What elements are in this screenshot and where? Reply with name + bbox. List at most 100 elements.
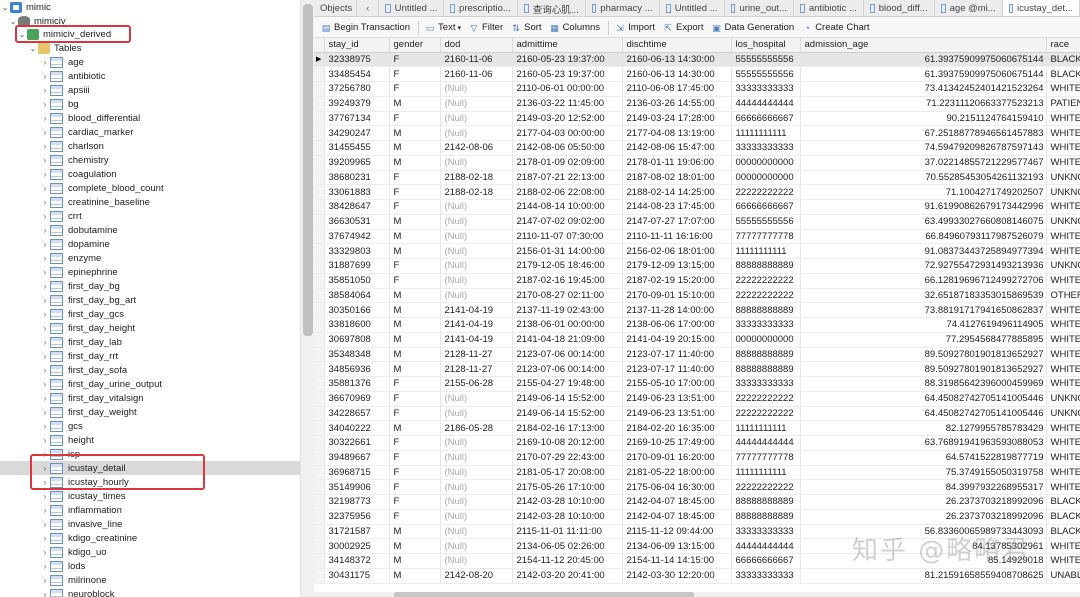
cell-gender[interactable]: M: [389, 288, 441, 304]
cell-stay-id[interactable]: 38428647: [324, 199, 390, 215]
tree-table-blood-differential[interactable]: › blood_differential: [0, 111, 300, 125]
cell-dod[interactable]: 2186-05-28: [440, 420, 513, 436]
cell-los-hospital[interactable]: 00000000000: [731, 332, 801, 348]
table-row[interactable]: 31887699 F (Null) 2179-12-05 18:46:00 2179-1…: [314, 258, 1080, 274]
tree-table-height[interactable]: › height: [0, 433, 300, 447]
cell-gender[interactable]: F: [389, 376, 441, 392]
table-row[interactable]: 31455455 M 2142-08-06 2142-08-06 05:50:00 21…: [314, 140, 1080, 156]
table-row[interactable]: 33061883 F 2188-02-18 2188-02-06 22:08:00 21…: [314, 184, 1080, 200]
cell-admittime[interactable]: 2169-10-08 20:12:00: [512, 435, 623, 451]
cell-admission-age[interactable]: 75.3749155050319758: [800, 465, 1047, 481]
cell-race[interactable]: BLACK,: [1046, 509, 1080, 525]
cell-los-hospital[interactable]: 66666666667: [731, 111, 801, 127]
cell-dischtime[interactable]: 2147-07-27 17:07:00: [622, 214, 732, 230]
tab-query-8[interactable]: blood_diff...: [864, 0, 935, 16]
cell-gender[interactable]: M: [389, 302, 441, 318]
cell-dod[interactable]: (Null): [440, 450, 513, 466]
cell-stay-id[interactable]: 32198773: [324, 494, 390, 510]
cell-stay-id[interactable]: 30322661: [324, 435, 390, 451]
tree-connection[interactable]: ⌄ mimic: [0, 0, 300, 14]
table-row[interactable]: 34856936 M 2128-11-27 2123-07-06 00:14:00 21…: [314, 361, 1080, 377]
cell-admittime[interactable]: 2134-06-05 02:26:00: [512, 538, 623, 554]
table-row[interactable]: 38428647 F (Null) 2144-08-14 10:00:00 2144-0…: [314, 199, 1080, 215]
cell-dod[interactable]: (Null): [440, 509, 513, 525]
cell-gender[interactable]: M: [389, 361, 441, 377]
cell-admission-age[interactable]: 61.39375909975060675144: [800, 52, 1047, 68]
cell-gender[interactable]: F: [389, 509, 441, 525]
cell-los-hospital[interactable]: 11111111111: [731, 420, 801, 436]
table-row[interactable]: 32375956 F (Null) 2142-03-28 10:10:00 2142-0…: [314, 509, 1080, 525]
expand-arrow-icon[interactable]: ›: [40, 408, 50, 417]
tab-query-2[interactable]: prescriptio...: [444, 0, 518, 16]
cell-race[interactable]: WHITE: [1046, 273, 1080, 289]
cell-dischtime[interactable]: 2160-06-13 14:30:00: [622, 52, 732, 68]
cell-gender[interactable]: M: [389, 229, 441, 245]
cell-race[interactable]: WHITE: [1046, 140, 1080, 156]
cell-dod[interactable]: (Null): [440, 229, 513, 245]
tab-query-4[interactable]: pharmacy ...: [586, 0, 660, 16]
expand-arrow-icon[interactable]: ›: [40, 520, 50, 529]
cell-dod[interactable]: (Null): [440, 273, 513, 289]
cell-los-hospital[interactable]: 88888888889: [731, 302, 801, 318]
cell-gender[interactable]: F: [389, 465, 441, 481]
cell-admittime[interactable]: 2175-05-26 17:10:00: [512, 479, 623, 495]
cell-dod[interactable]: 2188-02-18: [440, 184, 513, 200]
tree-scrollbar[interactable]: [300, 0, 314, 597]
table-row[interactable]: 35348348 M 2128-11-27 2123-07-06 00:14:00 21…: [314, 347, 1080, 363]
cell-dod[interactable]: 2142-08-06: [440, 140, 513, 156]
tab-query-10[interactable]: icustay_det...: [1002, 0, 1080, 16]
cell-admittime[interactable]: 2110-11-07 07:30:00: [512, 229, 623, 245]
table-row[interactable]: 39249379 M (Null) 2136-03-22 11:45:00 2136-0…: [314, 96, 1080, 112]
cell-dischtime[interactable]: 2154-11-14 14:15:00: [622, 553, 732, 569]
cell-admittime[interactable]: 2138-06-01 00:00:00: [512, 317, 623, 333]
filter-button[interactable]: ▽ Filter: [466, 19, 508, 37]
cell-los-hospital[interactable]: 33333333333: [731, 376, 801, 392]
table-row[interactable]: 33818600 M 2141-04-19 2138-06-01 00:00:00 21…: [314, 317, 1080, 333]
cell-dod[interactable]: 2160-11-06: [440, 66, 513, 82]
cell-stay-id[interactable]: 35149906: [324, 479, 390, 495]
cell-race[interactable]: WHITE: [1046, 465, 1080, 481]
cell-race[interactable]: WHITE: [1046, 111, 1080, 127]
cell-stay-id[interactable]: 30350166: [324, 302, 390, 318]
table-row[interactable]: 36670969 F (Null) 2149-06-14 15:52:00 2149-0…: [314, 391, 1080, 407]
expand-arrow-icon[interactable]: ›: [40, 422, 50, 431]
tree-table-lods[interactable]: › lods: [0, 559, 300, 573]
cell-admittime[interactable]: 2142-03-28 10:10:00: [512, 509, 623, 525]
tree-table-cardiac-marker[interactable]: › cardiac_marker: [0, 125, 300, 139]
cell-dischtime[interactable]: 2136-03-26 14:55:00: [622, 96, 732, 112]
cell-dischtime[interactable]: 2179-12-09 13:15:00: [622, 258, 732, 274]
cell-admittime[interactable]: 2154-11-12 20:45:00: [512, 553, 623, 569]
sort-button[interactable]: ⇅ Sort: [508, 19, 546, 37]
tree-table-icustay-times[interactable]: › icustay_times: [0, 489, 300, 503]
table-row[interactable]: 36630531 M (Null) 2147-07-02 09:02:00 2147-0…: [314, 214, 1080, 230]
table-row[interactable]: 34228657 F (Null) 2149-06-14 15:52:00 2149-0…: [314, 406, 1080, 422]
table-row[interactable]: 38680231 F 2188-02-18 2187-07-21 22:13:00 21…: [314, 170, 1080, 186]
tab-query-5[interactable]: Untitled ...: [660, 0, 725, 16]
table-row[interactable]: 36968715 F (Null) 2181-05-17 20:08:00 2181-0…: [314, 465, 1080, 481]
cell-race[interactable]: WHITE: [1046, 125, 1080, 141]
cell-dischtime[interactable]: 2178-01-11 19:06:00: [622, 155, 732, 171]
tree-table-neuroblock[interactable]: › neuroblock: [0, 587, 300, 597]
cell-dod[interactable]: (Null): [440, 125, 513, 141]
cell-admission-age[interactable]: 71.22311120663377523213: [800, 96, 1047, 112]
expand-arrow-icon[interactable]: ›: [40, 100, 50, 109]
cell-admission-age[interactable]: 70.55285453054261132193: [800, 170, 1047, 186]
cell-gender[interactable]: F: [389, 199, 441, 215]
cell-dischtime[interactable]: 2169-10-25 17:49:00: [622, 435, 732, 451]
expand-arrow-icon[interactable]: ›: [40, 576, 50, 585]
cell-los-hospital[interactable]: 11111111111: [731, 243, 801, 259]
expand-arrow-icon[interactable]: ›: [40, 72, 50, 81]
cell-los-hospital[interactable]: 88888888889: [731, 258, 801, 274]
cell-los-hospital[interactable]: 22222222222: [731, 479, 801, 495]
cell-race[interactable]: WHITE: [1046, 332, 1080, 348]
tree-table-first-day-bg-art[interactable]: › first_day_bg_art: [0, 293, 300, 307]
tree-table-enzyme[interactable]: › enzyme: [0, 251, 300, 265]
expand-arrow-icon[interactable]: ›: [40, 170, 50, 179]
cell-dischtime[interactable]: 2142-08-06 15:47:00: [622, 140, 732, 156]
expand-arrow-icon[interactable]: ›: [40, 198, 50, 207]
cell-admittime[interactable]: 2142-03-20 20:41:00: [512, 568, 623, 584]
cell-dischtime[interactable]: 2160-06-13 14:30:00: [622, 66, 732, 82]
table-row[interactable]: 32198773 F (Null) 2142-03-28 10:10:00 2142-0…: [314, 494, 1080, 510]
cell-admittime[interactable]: 2170-07-29 22:43:00: [512, 450, 623, 466]
tab-query-3[interactable]: 查询心肌...: [518, 0, 586, 16]
